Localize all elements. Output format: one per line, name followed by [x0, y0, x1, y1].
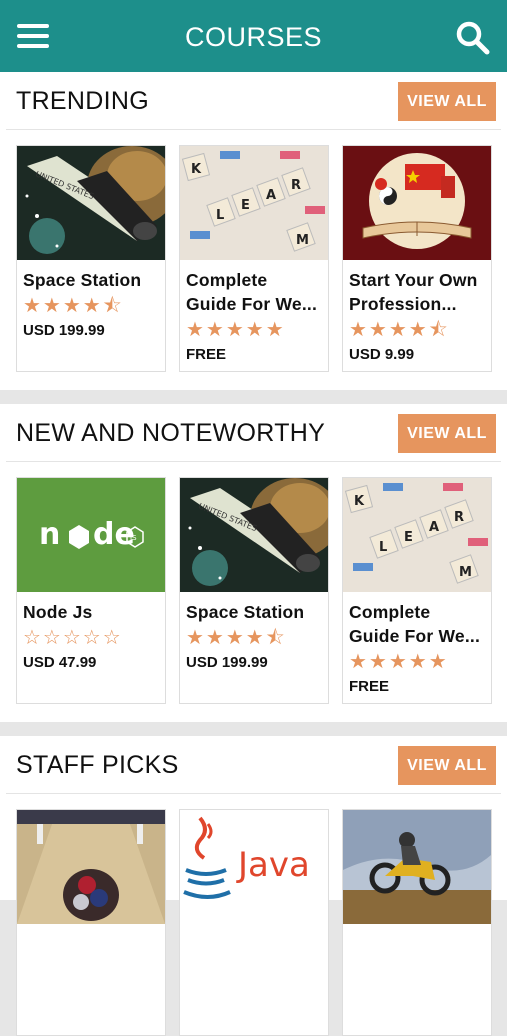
china-book-thumbnail: [343, 146, 491, 260]
java-logo-thumbnail: Java: [180, 810, 328, 924]
course-title: Node Js: [23, 602, 93, 622]
course-price: USD 199.99: [186, 654, 268, 671]
course-title: Complete Guide For We...: [349, 602, 481, 646]
course-card[interactable]: UNITED STATES Space Station ★★★★⯪ USD 19…: [179, 477, 329, 704]
app-bar: COURSES: [0, 0, 507, 72]
svg-text:JS: JS: [129, 534, 137, 542]
course-card[interactable]: [342, 809, 492, 1036]
svg-text:M: M: [459, 565, 472, 580]
course-price: USD 199.99: [23, 322, 105, 339]
course-price: USD 9.99: [349, 346, 415, 363]
bowling-thumbnail: [17, 810, 165, 924]
course-card[interactable]: Java: [179, 809, 329, 1036]
svg-text:M: M: [296, 233, 309, 248]
course-card[interactable]: UNITED STATES Space Station ★★★★⯪ USD 19…: [16, 145, 166, 372]
course-title: Start Your Own Profession...: [349, 270, 478, 314]
section-trending: TRENDING VIEW ALL UNITED STATES Space St…: [0, 72, 507, 390]
course-card[interactable]: Start Your Own Profession... ★★★★⯪ USD 9…: [342, 145, 492, 372]
svg-text:E: E: [404, 530, 413, 545]
course-card[interactable]: [16, 809, 166, 1036]
svg-text:E: E: [241, 198, 250, 213]
rating-stars: ★★★★★: [349, 651, 449, 673]
search-icon[interactable]: [455, 20, 491, 56]
page-title: COURSES: [184, 22, 323, 52]
svg-text:A: A: [266, 188, 276, 203]
svg-text:n: n: [39, 517, 60, 552]
course-price: FREE: [186, 346, 227, 363]
course-title: Space Station: [186, 602, 305, 622]
rating-stars: ★★★★⯪: [186, 627, 287, 649]
view-all-button[interactable]: VIEW ALL: [398, 82, 496, 121]
section-header: NEW AND NOTEWORTHY VIEW ALL: [6, 404, 501, 462]
svg-text:L: L: [379, 540, 387, 555]
rating-stars: ★★★★★: [186, 319, 286, 341]
course-title: Complete Guide For We...: [186, 270, 318, 314]
course-price: FREE: [349, 678, 390, 695]
section-title: TRENDING: [16, 87, 149, 115]
section-new-and-noteworthy: NEW AND NOTEWORTHY VIEW ALL n de JS Node…: [0, 404, 507, 722]
section-staff-picks: STAFF PICKS VIEW ALL Java: [0, 736, 507, 1036]
learn-tiles-thumbnail: L E A R M K: [180, 146, 328, 260]
course-card[interactable]: L E A R M K Complete Guide For We... ★★★…: [179, 145, 329, 372]
section-header: TRENDING VIEW ALL: [6, 72, 501, 130]
svg-text:K: K: [191, 162, 202, 177]
motocross-thumbnail: [343, 810, 491, 924]
rating-stars: ☆☆☆☆☆: [23, 627, 123, 649]
svg-text:K: K: [354, 494, 365, 509]
svg-text:L: L: [216, 208, 224, 223]
course-title: Space Station: [23, 270, 142, 290]
view-all-button[interactable]: VIEW ALL: [398, 414, 496, 453]
space-station-thumbnail: UNITED STATES: [17, 146, 165, 260]
svg-text:Java: Java: [236, 845, 310, 885]
section-title: NEW AND NOTEWORTHY: [16, 419, 326, 447]
course-card[interactable]: L E A R M K Complete Guide For We... ★★★…: [342, 477, 492, 704]
rating-stars: ★★★★⯪: [23, 295, 124, 317]
learn-tiles-thumbnail: L E A R M K: [343, 478, 491, 592]
course-price: USD 47.99: [23, 654, 97, 671]
rating-stars: ★★★★⯪: [349, 319, 450, 341]
svg-text:de: de: [93, 517, 135, 552]
svg-text:A: A: [429, 520, 439, 535]
section-header: STAFF PICKS VIEW ALL: [6, 736, 501, 794]
view-all-button[interactable]: VIEW ALL: [398, 746, 496, 785]
svg-text:R: R: [454, 510, 464, 525]
course-card[interactable]: n de JS Node Js ☆☆☆☆☆ USD 47.99: [16, 477, 166, 704]
node-logo-thumbnail: n de JS: [17, 478, 165, 592]
svg-text:R: R: [291, 178, 301, 193]
space-station-thumbnail: UNITED STATES: [180, 478, 328, 592]
section-title: STAFF PICKS: [16, 751, 179, 779]
